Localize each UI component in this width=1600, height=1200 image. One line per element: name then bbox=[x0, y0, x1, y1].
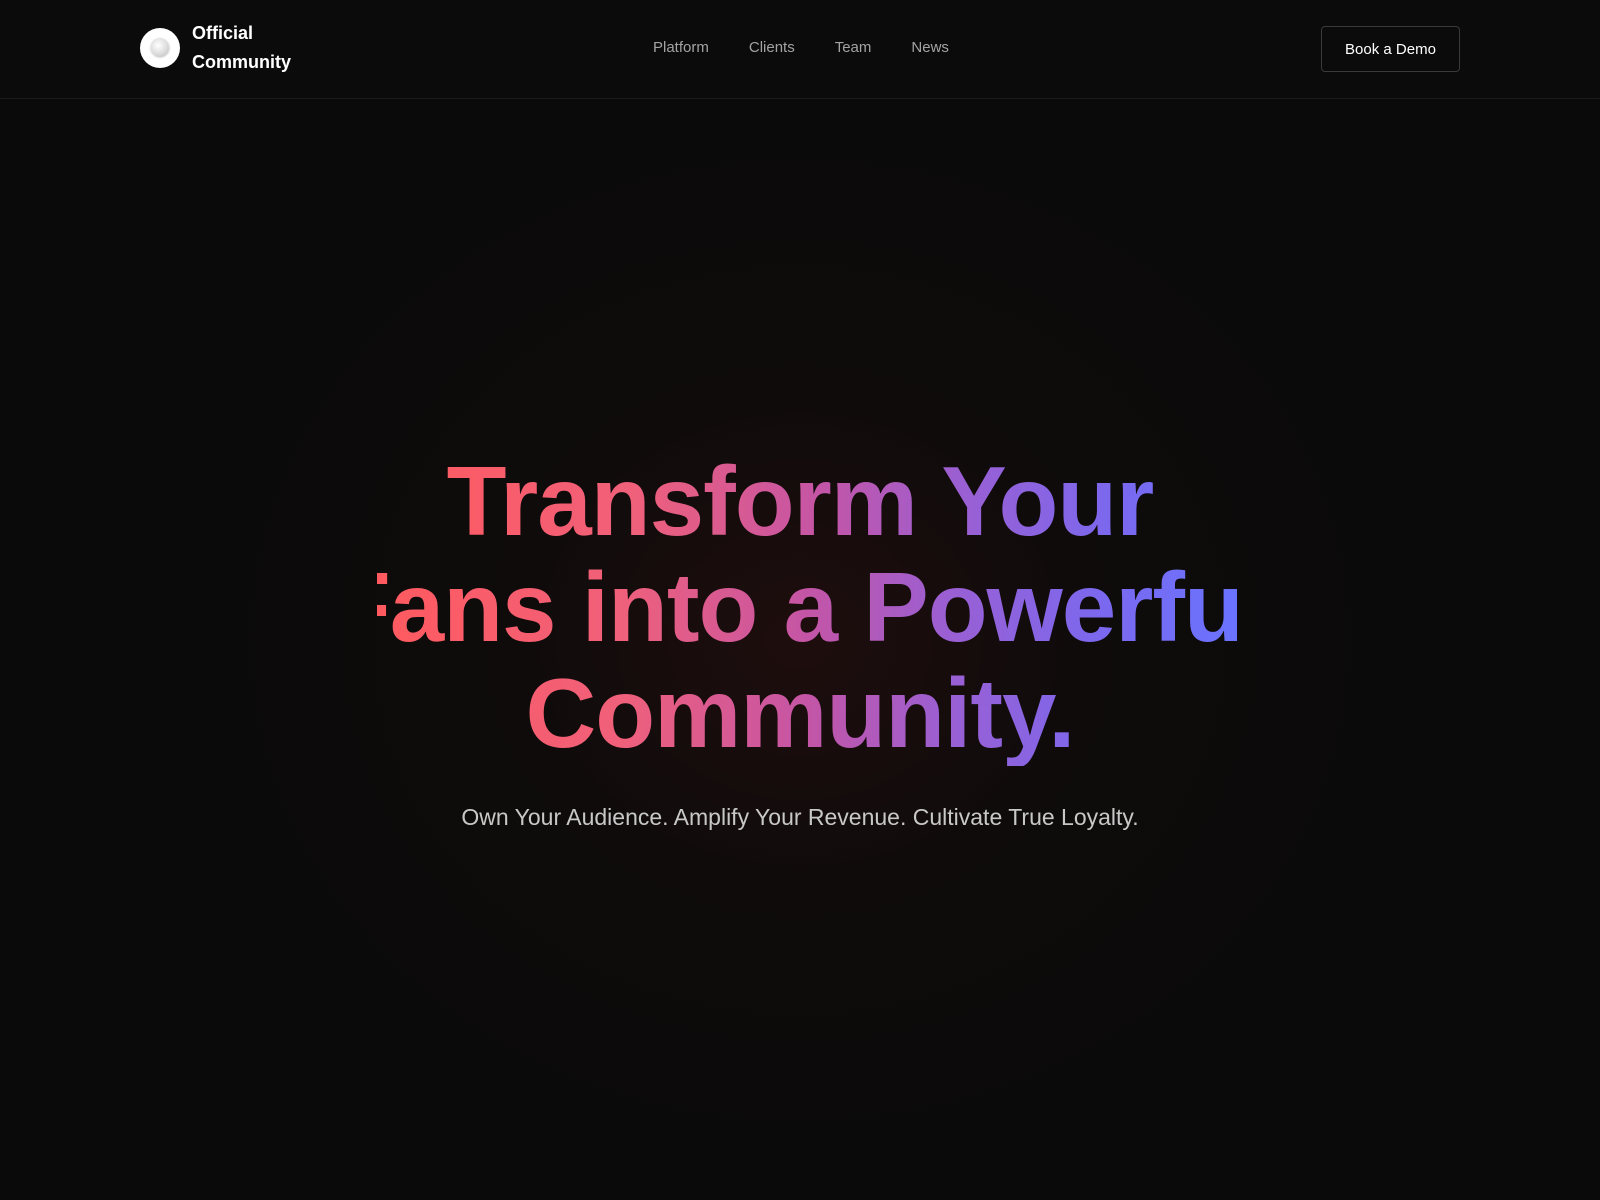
logo-inner-dot bbox=[151, 39, 169, 57]
nav-link-team[interactable]: Team bbox=[835, 37, 872, 59]
main-nav: Platform Clients Team News bbox=[653, 37, 949, 59]
hero-subtitle: Own Your Audience. Amplify Your Revenue.… bbox=[461, 804, 1139, 830]
brand-name-line-2: Community bbox=[192, 52, 291, 72]
hero-title-line-2: Fans into a Powerful bbox=[200, 554, 1400, 660]
hero-title-line-3: Community. bbox=[200, 660, 1400, 766]
brand-name-line-1: Official bbox=[192, 23, 254, 43]
circle-logo-icon bbox=[140, 28, 180, 68]
brand-name: Official Community bbox=[192, 19, 291, 77]
nav-link-news[interactable]: News bbox=[911, 37, 949, 59]
landing-page: Official Community Platform Clients Team… bbox=[0, 0, 1600, 1200]
hero-section: Transform Your Fans into a Powerful Comm… bbox=[0, 98, 1600, 1200]
nav-link-clients[interactable]: Clients bbox=[749, 37, 795, 59]
nav-link-platform[interactable]: Platform bbox=[653, 37, 709, 59]
hero-title: Transform Your Fans into a Powerful Comm… bbox=[200, 448, 1400, 766]
top-navbar: Official Community Platform Clients Team… bbox=[0, 0, 1600, 99]
book-demo-button[interactable]: Book a Demo bbox=[1321, 26, 1460, 72]
hero-title-line-1: Transform Your bbox=[200, 448, 1400, 554]
brand[interactable]: Official Community bbox=[140, 19, 291, 77]
